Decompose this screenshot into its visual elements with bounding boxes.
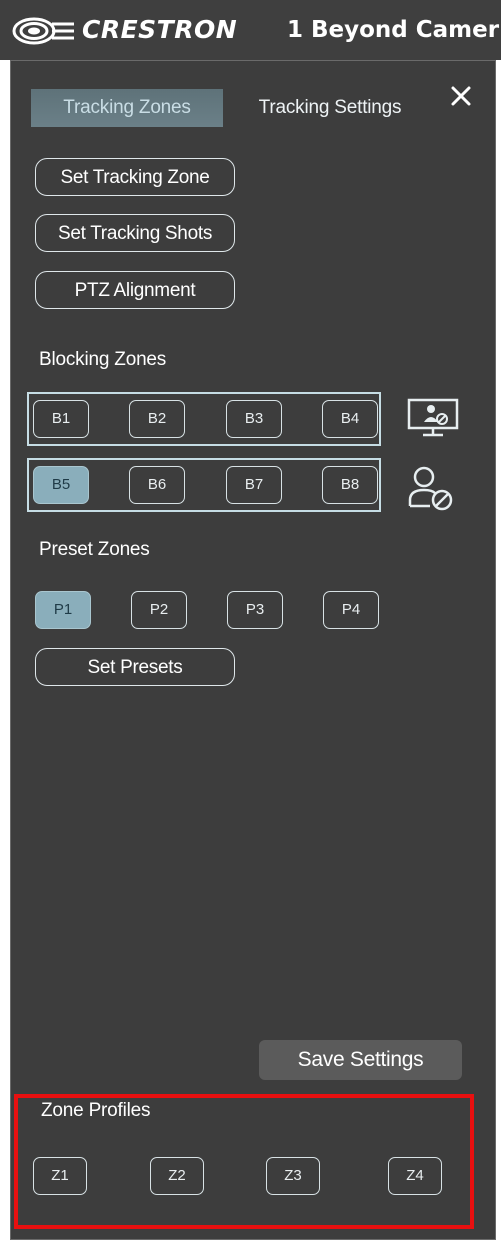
brand-name: CRESTRON bbox=[82, 15, 238, 44]
presenter-screen-icon[interactable] bbox=[406, 397, 462, 437]
ptz-alignment-button[interactable]: PTZ Alignment bbox=[35, 271, 235, 309]
close-icon[interactable] bbox=[448, 83, 474, 109]
blocking-zone-row-2: B5 B6 B7 B8 bbox=[27, 458, 381, 512]
preset-zones-label: Preset Zones bbox=[39, 539, 150, 560]
set-presets-button[interactable]: Set Presets bbox=[35, 648, 235, 686]
zone-profile-z4[interactable]: Z4 bbox=[388, 1157, 442, 1195]
blocking-zone-b7[interactable]: B7 bbox=[226, 466, 282, 504]
blocking-zone-row-1: B1 B2 B3 B4 bbox=[27, 392, 381, 446]
tracking-panel: Tracking Zones Tracking Settings Set Tra… bbox=[10, 60, 496, 1240]
zone-profile-z2[interactable]: Z2 bbox=[150, 1157, 204, 1195]
preset-zone-p2[interactable]: P2 bbox=[131, 591, 187, 629]
blocking-zone-b8[interactable]: B8 bbox=[322, 466, 378, 504]
zone-profile-z3[interactable]: Z3 bbox=[266, 1157, 320, 1195]
blocking-zone-b3[interactable]: B3 bbox=[226, 400, 282, 438]
blocking-zone-b5[interactable]: B5 bbox=[33, 466, 89, 504]
blocking-zone-b6[interactable]: B6 bbox=[129, 466, 185, 504]
blocking-zone-b2[interactable]: B2 bbox=[129, 400, 185, 438]
app-header: CRESTRON 1 Beyond Camer bbox=[0, 0, 501, 60]
product-title: 1 Beyond Camer bbox=[287, 17, 500, 43]
blocking-zones-label: Blocking Zones bbox=[39, 349, 167, 370]
tab-tracking-settings[interactable]: Tracking Settings bbox=[241, 89, 419, 127]
blocking-zone-b1[interactable]: B1 bbox=[33, 400, 89, 438]
crestron-logo-icon bbox=[12, 17, 74, 45]
blocking-zone-b4[interactable]: B4 bbox=[322, 400, 378, 438]
zone-profiles-label: Zone Profiles bbox=[41, 1100, 151, 1121]
save-settings-button[interactable]: Save Settings bbox=[259, 1040, 462, 1080]
set-tracking-shots-button[interactable]: Set Tracking Shots bbox=[35, 214, 235, 252]
preset-zone-p3[interactable]: P3 bbox=[227, 591, 283, 629]
person-block-icon[interactable] bbox=[406, 464, 458, 514]
zone-profile-z1[interactable]: Z1 bbox=[33, 1157, 87, 1195]
tab-tracking-zones[interactable]: Tracking Zones bbox=[31, 89, 223, 127]
set-tracking-zone-button[interactable]: Set Tracking Zone bbox=[35, 158, 235, 196]
preset-zone-p4[interactable]: P4 bbox=[323, 591, 379, 629]
preset-zone-p1[interactable]: P1 bbox=[35, 591, 91, 629]
